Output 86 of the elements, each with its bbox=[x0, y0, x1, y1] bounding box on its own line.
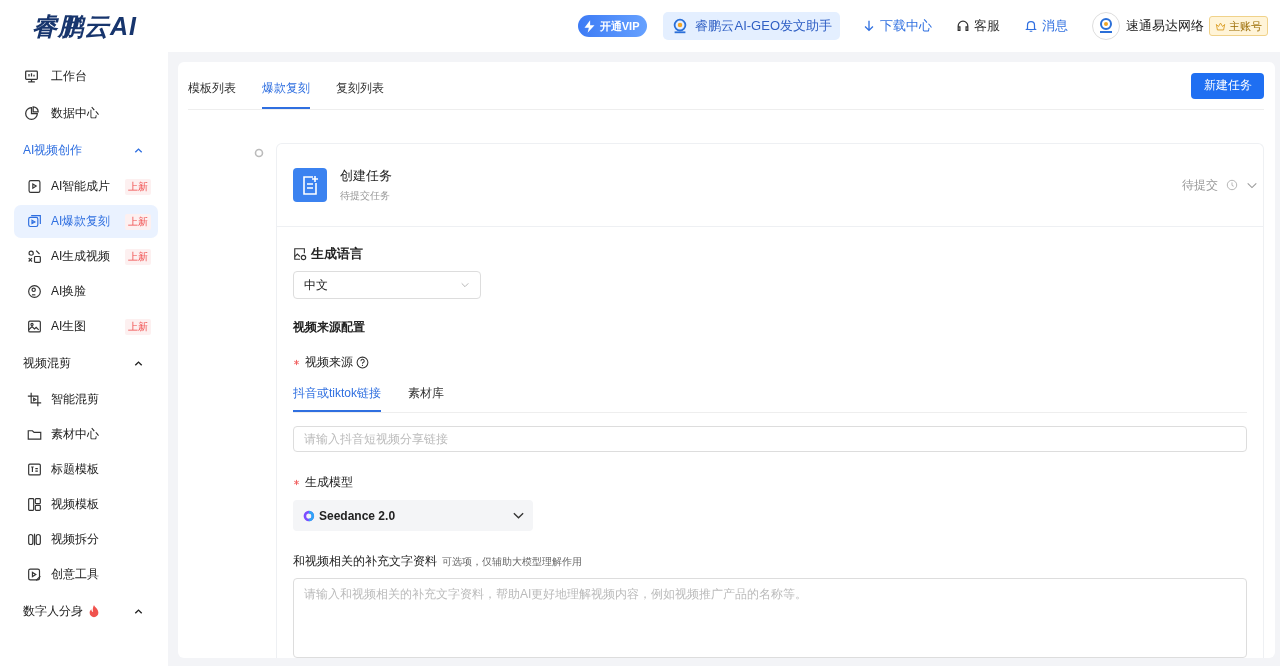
task-status: 待提交 bbox=[1182, 176, 1218, 194]
avatar[interactable] bbox=[1092, 12, 1120, 40]
new-badge: 上新 bbox=[125, 248, 151, 265]
sidebar-group-header[interactable]: 数字人分身 bbox=[14, 593, 158, 629]
field-label: 视频来源 bbox=[305, 354, 353, 371]
logo: 睿鹏云AI bbox=[32, 10, 137, 42]
item-label: AI爆款复刻 bbox=[51, 213, 112, 230]
new-badge: 上新 bbox=[125, 178, 151, 195]
help-icon[interactable] bbox=[356, 356, 369, 369]
sidebar-item[interactable]: 视频模板 bbox=[14, 488, 158, 521]
account-name: 速通易达网络 bbox=[1126, 17, 1204, 35]
new-task-button[interactable]: 新建任务 bbox=[1191, 72, 1264, 99]
pie-chart-icon bbox=[24, 106, 39, 121]
tab[interactable]: 抖音或tiktok链接 bbox=[293, 381, 381, 412]
tab[interactable]: 爆款复刻 bbox=[262, 62, 310, 109]
badge-label: 主账号 bbox=[1229, 18, 1262, 34]
field-label: 生成模型 bbox=[305, 474, 353, 491]
group-label: 视频混剪 bbox=[23, 354, 71, 372]
sidebar-item[interactable]: AI爆款复刻 上新 bbox=[14, 205, 158, 238]
ring-logo-icon bbox=[301, 508, 315, 523]
task-subtitle: 待提交任务 bbox=[340, 189, 391, 203]
field-hint: 可选项，仅辅助大模型理解作用 bbox=[442, 555, 582, 569]
sidebar-group-header[interactable]: AI视频创作 bbox=[14, 132, 158, 168]
headset-icon bbox=[956, 19, 970, 33]
split-icon bbox=[27, 532, 42, 547]
tab[interactable]: 模板列表 bbox=[188, 62, 236, 109]
timeline-dot bbox=[254, 148, 264, 158]
item-label: 视频模板 bbox=[51, 496, 100, 513]
item-label: 智能混剪 bbox=[51, 391, 100, 408]
field-label: 和视频相关的补充文字资料 bbox=[293, 553, 437, 570]
sidebar-item[interactable]: AI生图 上新 bbox=[14, 310, 158, 343]
chevron-down-icon bbox=[460, 280, 470, 290]
image-icon bbox=[293, 247, 307, 261]
down-arrow-icon bbox=[862, 19, 876, 33]
sidebar-item[interactable]: 视频拆分 bbox=[14, 523, 158, 556]
item-label: AI智能成片 bbox=[51, 178, 112, 195]
item-label: 标题模板 bbox=[51, 461, 100, 478]
sidebar-item[interactable]: 智能混剪 bbox=[14, 383, 158, 416]
sidebar-item[interactable]: 素材中心 bbox=[14, 418, 158, 451]
group-label: 数字人分身 bbox=[23, 602, 83, 620]
new-badge: 上新 bbox=[125, 318, 151, 335]
item-label: 视频拆分 bbox=[51, 531, 100, 548]
flame-icon bbox=[87, 604, 101, 618]
document-plus-icon bbox=[293, 168, 327, 202]
text-icon bbox=[27, 462, 42, 477]
new-badge: 上新 bbox=[125, 213, 151, 230]
crop-icon bbox=[27, 392, 42, 407]
item-label: 素材中心 bbox=[51, 426, 100, 443]
copy-icon bbox=[27, 214, 42, 229]
item-label: AI生成视频 bbox=[51, 248, 112, 265]
sidebar-item[interactable]: 创意工具 bbox=[14, 558, 158, 591]
sidebar-group-header[interactable]: 视频混剪 bbox=[14, 345, 158, 381]
face-icon bbox=[27, 284, 42, 299]
section-title: 视频来源配置 bbox=[293, 319, 366, 336]
image-icon bbox=[27, 319, 42, 334]
sidebar-item[interactable]: AI换脸 bbox=[14, 275, 158, 308]
tab[interactable]: 素材库 bbox=[408, 381, 444, 412]
item-label: AI换脸 bbox=[51, 283, 88, 300]
tab[interactable]: 复刻列表 bbox=[336, 62, 384, 109]
section-title: 生成语言 bbox=[311, 245, 363, 263]
crown-icon bbox=[1215, 20, 1226, 32]
geo-assistant-button[interactable]: 睿鹏云AI-GEO发文助手 bbox=[663, 12, 840, 40]
item-label: 创意工具 bbox=[51, 566, 100, 583]
link-input-field[interactable]: 请输入抖音短视频分享链接 bbox=[293, 426, 1247, 452]
layout-icon bbox=[27, 497, 42, 512]
required-asterisk-icon bbox=[293, 479, 300, 486]
monitor-icon bbox=[24, 69, 39, 84]
messages-button[interactable]: 消息 bbox=[1024, 17, 1068, 35]
sidebar-item[interactable]: AI生成视频 上新 bbox=[14, 240, 158, 273]
clock-icon bbox=[1226, 179, 1238, 191]
model-select[interactable]: Seedance 2.0 bbox=[293, 500, 533, 531]
bell-icon bbox=[1024, 19, 1038, 33]
required-asterisk-icon bbox=[293, 359, 300, 366]
download-center-button[interactable]: 下载中心 bbox=[862, 17, 932, 35]
item-label: AI生图 bbox=[51, 318, 88, 335]
play-icon bbox=[27, 179, 42, 194]
language-select[interactable]: 中文 bbox=[293, 271, 481, 299]
folder-icon bbox=[27, 427, 42, 442]
task-title: 创建任务 bbox=[340, 167, 393, 185]
customer-service-button[interactable]: 客服 bbox=[956, 17, 1000, 35]
sidebar-item[interactable]: AI智能成片 上新 bbox=[14, 170, 158, 203]
sidebar-item[interactable]: 标题模板 bbox=[14, 453, 158, 486]
sidebar-item[interactable]: 工作台 bbox=[14, 58, 158, 95]
notes-text-area[interactable]: 请输入和视频相关的补充文字资料，帮助AI更好地理解视频内容，例如视频推广产品的名称等。 bbox=[293, 578, 1247, 658]
sidebar-item[interactable]: 数据中心 bbox=[14, 95, 158, 132]
group-label: AI视频创作 bbox=[23, 141, 83, 159]
